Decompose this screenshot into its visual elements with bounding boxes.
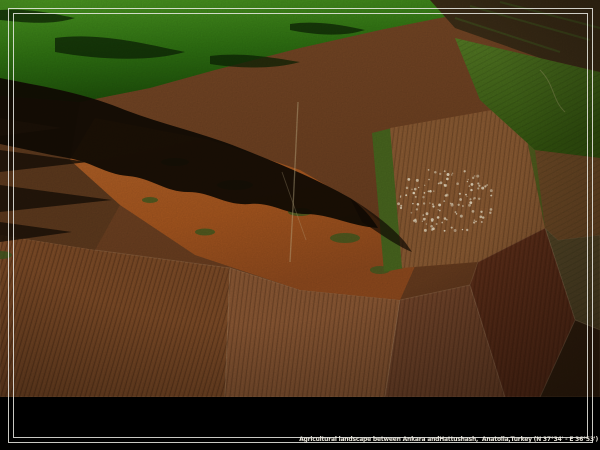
caption: Agricultural landscape between Ankara an… (299, 398, 598, 450)
caption-title: Agricultural landscape between Ankara an… (299, 436, 598, 444)
film-grain (0, 0, 600, 397)
wallpaper: Agricultural landscape between Ankara an… (0, 0, 600, 450)
aerial-photo (0, 0, 600, 397)
